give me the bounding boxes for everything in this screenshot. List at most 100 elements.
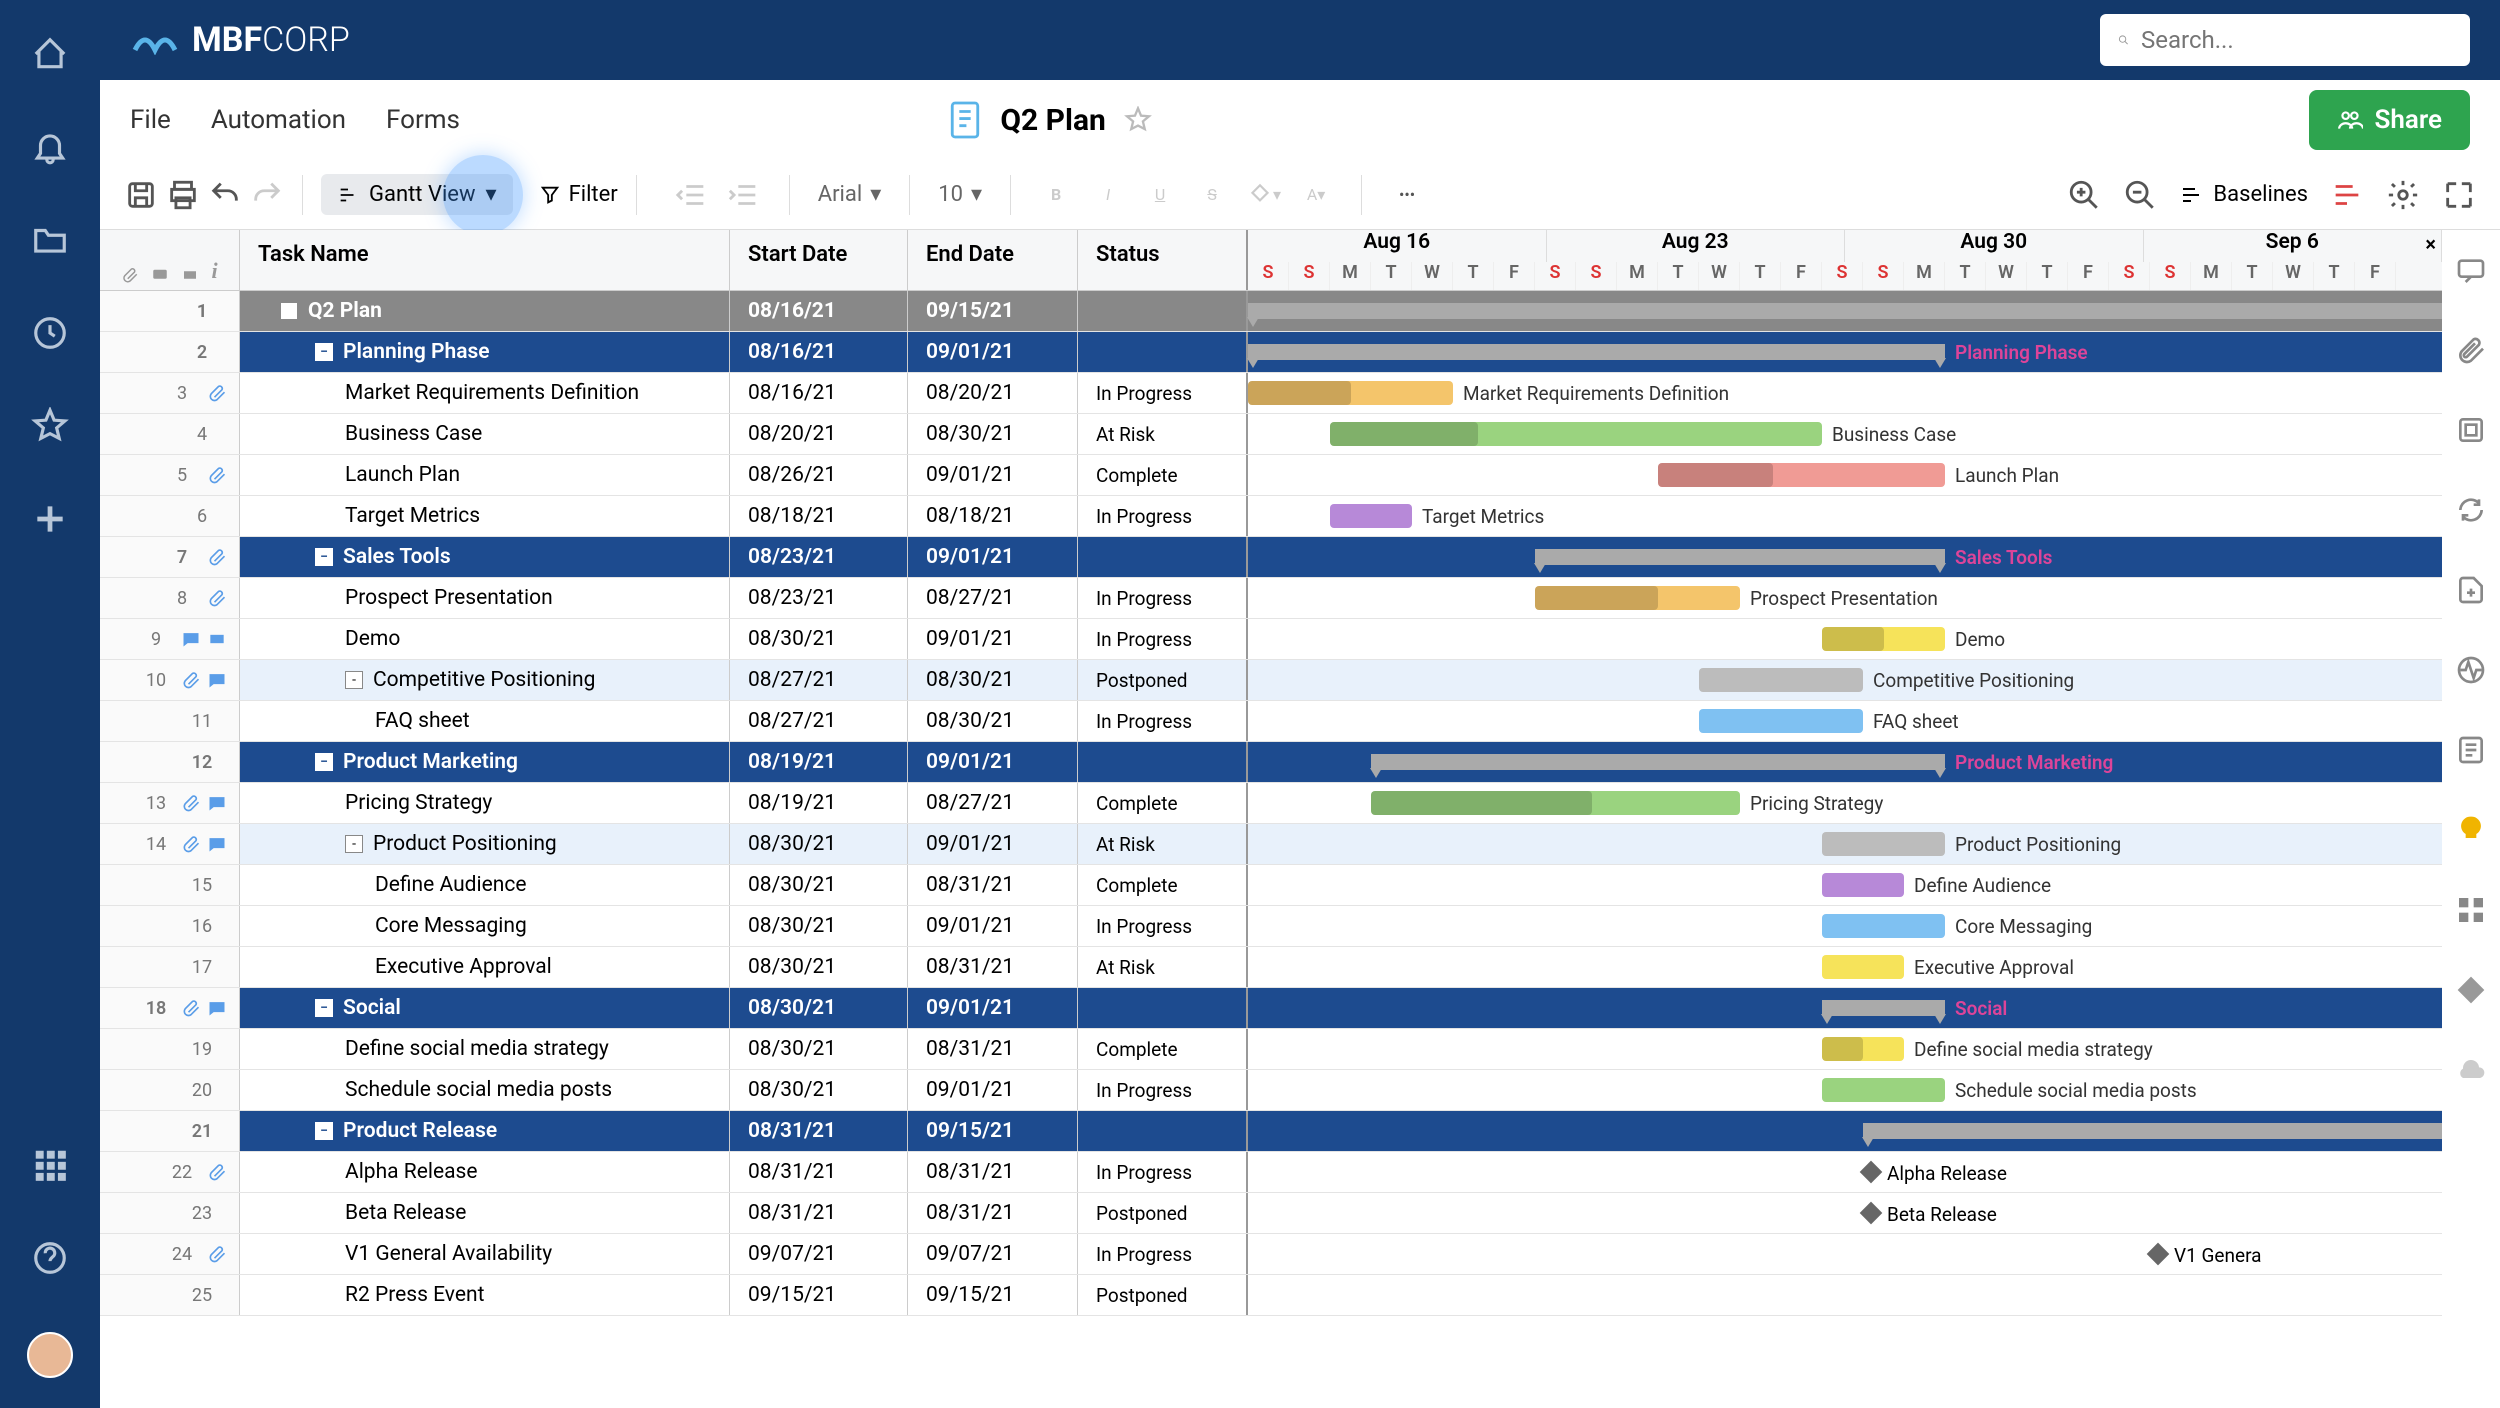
expand-icon[interactable] xyxy=(2442,178,2476,212)
col-header-end[interactable]: End Date xyxy=(908,230,1078,290)
menu-file[interactable]: File xyxy=(130,105,171,135)
start-date[interactable]: 08/31/21 xyxy=(730,1193,908,1233)
attachment-icon[interactable] xyxy=(181,793,201,813)
col-header-start[interactable]: Start Date xyxy=(730,230,908,290)
start-date[interactable]: 08/20/21 xyxy=(730,414,908,454)
end-date[interactable]: 09/01/21 xyxy=(908,332,1078,372)
attachment-icon[interactable] xyxy=(207,383,227,403)
search-input[interactable] xyxy=(2141,26,2452,54)
expand-toggle[interactable]: − xyxy=(280,302,298,320)
attachments-panel-icon[interactable] xyxy=(2455,334,2487,366)
status-cell[interactable]: At Risk xyxy=(1078,414,1248,454)
add-icon[interactable] xyxy=(31,500,69,538)
start-date[interactable]: 08/26/21 xyxy=(730,455,908,495)
task-row[interactable]: 24V1 General Availability09/07/2109/07/2… xyxy=(100,1234,2442,1275)
end-date[interactable]: 08/27/21 xyxy=(908,783,1078,823)
task-bar[interactable]: Pricing Strategy xyxy=(1371,791,1740,815)
attachment-icon[interactable] xyxy=(207,465,227,485)
attachment-icon[interactable] xyxy=(207,1162,227,1182)
end-date[interactable]: 08/27/21 xyxy=(908,578,1078,618)
task-row[interactable]: 9Demo08/30/2109/01/21In ProgressDemo xyxy=(100,619,2442,660)
expand-toggle[interactable]: - xyxy=(345,835,363,853)
start-date[interactable]: 08/30/21 xyxy=(730,824,908,864)
task-row[interactable]: 2−Planning Phase08/16/2109/01/21Planning… xyxy=(100,332,2442,373)
start-date[interactable]: 08/30/21 xyxy=(730,988,908,1028)
critical-path-icon[interactable] xyxy=(2330,178,2364,212)
start-date[interactable]: 08/16/21 xyxy=(730,291,908,331)
status-cell[interactable]: In Progress xyxy=(1078,906,1248,946)
italic-icon[interactable]: I xyxy=(1091,178,1125,212)
status-cell[interactable]: Postponed xyxy=(1078,1193,1248,1233)
cloud-panel-icon[interactable] xyxy=(2455,1054,2487,1086)
task-row[interactable]: 4Business Case08/20/2108/30/21At RiskBus… xyxy=(100,414,2442,455)
outdent-icon[interactable] xyxy=(675,178,709,212)
task-row[interactable]: 19Define social media strategy08/30/2108… xyxy=(100,1029,2442,1070)
task-bar[interactable]: Competitive Positioning xyxy=(1699,668,1863,692)
indent-icon[interactable] xyxy=(727,178,761,212)
task-bar[interactable]: Business Case xyxy=(1330,422,1822,446)
expand-toggle[interactable]: − xyxy=(315,753,333,771)
task-bar[interactable]: Prospect Presentation xyxy=(1535,586,1740,610)
end-date[interactable]: 08/30/21 xyxy=(908,414,1078,454)
bold-icon[interactable]: B xyxy=(1039,178,1073,212)
end-date[interactable]: 09/01/21 xyxy=(908,537,1078,577)
start-date[interactable]: 08/19/21 xyxy=(730,783,908,823)
end-date[interactable]: 08/31/21 xyxy=(908,865,1078,905)
end-date[interactable]: 09/01/21 xyxy=(908,742,1078,782)
status-cell[interactable]: At Risk xyxy=(1078,947,1248,987)
start-date[interactable]: 08/27/21 xyxy=(730,660,908,700)
end-date[interactable]: 09/15/21 xyxy=(908,1275,1078,1315)
status-cell[interactable] xyxy=(1078,332,1248,372)
start-date[interactable]: 08/30/21 xyxy=(730,865,908,905)
expand-toggle[interactable]: − xyxy=(315,999,333,1017)
start-date[interactable]: 09/15/21 xyxy=(730,1275,908,1315)
folder-icon[interactable] xyxy=(31,221,69,259)
attachment-icon[interactable] xyxy=(207,588,227,608)
task-bar[interactable]: FAQ sheet xyxy=(1699,709,1863,733)
font-selector[interactable]: Arial ▾ xyxy=(818,182,882,207)
comment-icon[interactable] xyxy=(181,629,201,649)
expand-toggle[interactable]: − xyxy=(315,1122,333,1140)
attachment-icon[interactable] xyxy=(207,1244,227,1264)
start-date[interactable]: 08/19/21 xyxy=(730,742,908,782)
save-icon[interactable] xyxy=(124,178,158,212)
zoom-out-icon[interactable] xyxy=(2123,178,2157,212)
summary-bar[interactable] xyxy=(1863,1123,2442,1139)
task-row[interactable]: 6Target Metrics08/18/2108/18/21In Progre… xyxy=(100,496,2442,537)
share-button[interactable]: Share xyxy=(2309,90,2470,150)
idea-panel-icon[interactable] xyxy=(2455,814,2487,846)
task-row[interactable]: 11FAQ sheet08/27/2108/30/21In ProgressFA… xyxy=(100,701,2442,742)
status-cell[interactable]: Complete xyxy=(1078,783,1248,823)
comments-panel-icon[interactable] xyxy=(2455,254,2487,286)
task-row[interactable]: 25R2 Press Event09/15/2109/15/21Postpone… xyxy=(100,1275,2442,1316)
attachment-icon[interactable] xyxy=(181,834,201,854)
start-date[interactable]: 08/27/21 xyxy=(730,701,908,741)
task-bar[interactable]: Core Messaging xyxy=(1822,914,1945,938)
underline-icon[interactable]: U xyxy=(1143,178,1177,212)
task-row[interactable]: 17Executive Approval08/30/2108/31/21At R… xyxy=(100,947,2442,988)
summary-bar[interactable] xyxy=(1248,303,2442,319)
new-file-panel-icon[interactable] xyxy=(2455,574,2487,606)
comment-icon[interactable] xyxy=(207,793,227,813)
task-row[interactable]: 20Schedule social media posts08/30/2109/… xyxy=(100,1070,2442,1111)
end-date[interactable]: 09/15/21 xyxy=(908,1111,1078,1151)
redo-icon[interactable] xyxy=(250,178,284,212)
status-cell[interactable] xyxy=(1078,537,1248,577)
milestone-marker[interactable] xyxy=(1860,1161,1883,1184)
status-cell[interactable] xyxy=(1078,291,1248,331)
status-cell[interactable] xyxy=(1078,988,1248,1028)
grid-body[interactable]: 1−Q2 Plan08/16/2109/15/212−Planning Phas… xyxy=(100,291,2442,1408)
task-bar[interactable]: Market Requirements Definition xyxy=(1248,381,1453,405)
attachment-icon[interactable] xyxy=(207,547,227,567)
end-date[interactable]: 08/20/21 xyxy=(908,373,1078,413)
status-cell[interactable]: Complete xyxy=(1078,865,1248,905)
task-bar[interactable]: Demo xyxy=(1822,627,1945,651)
favorite-star-icon[interactable] xyxy=(1124,106,1152,134)
status-cell[interactable]: In Progress xyxy=(1078,373,1248,413)
task-bar[interactable]: Define Audience xyxy=(1822,873,1904,897)
status-cell[interactable]: In Progress xyxy=(1078,619,1248,659)
status-cell[interactable]: Complete xyxy=(1078,1029,1248,1069)
task-bar[interactable]: Launch Plan xyxy=(1658,463,1945,487)
task-bar[interactable]: Product Positioning xyxy=(1822,832,1945,856)
task-row[interactable]: 14-Product Positioning08/30/2109/01/21At… xyxy=(100,824,2442,865)
